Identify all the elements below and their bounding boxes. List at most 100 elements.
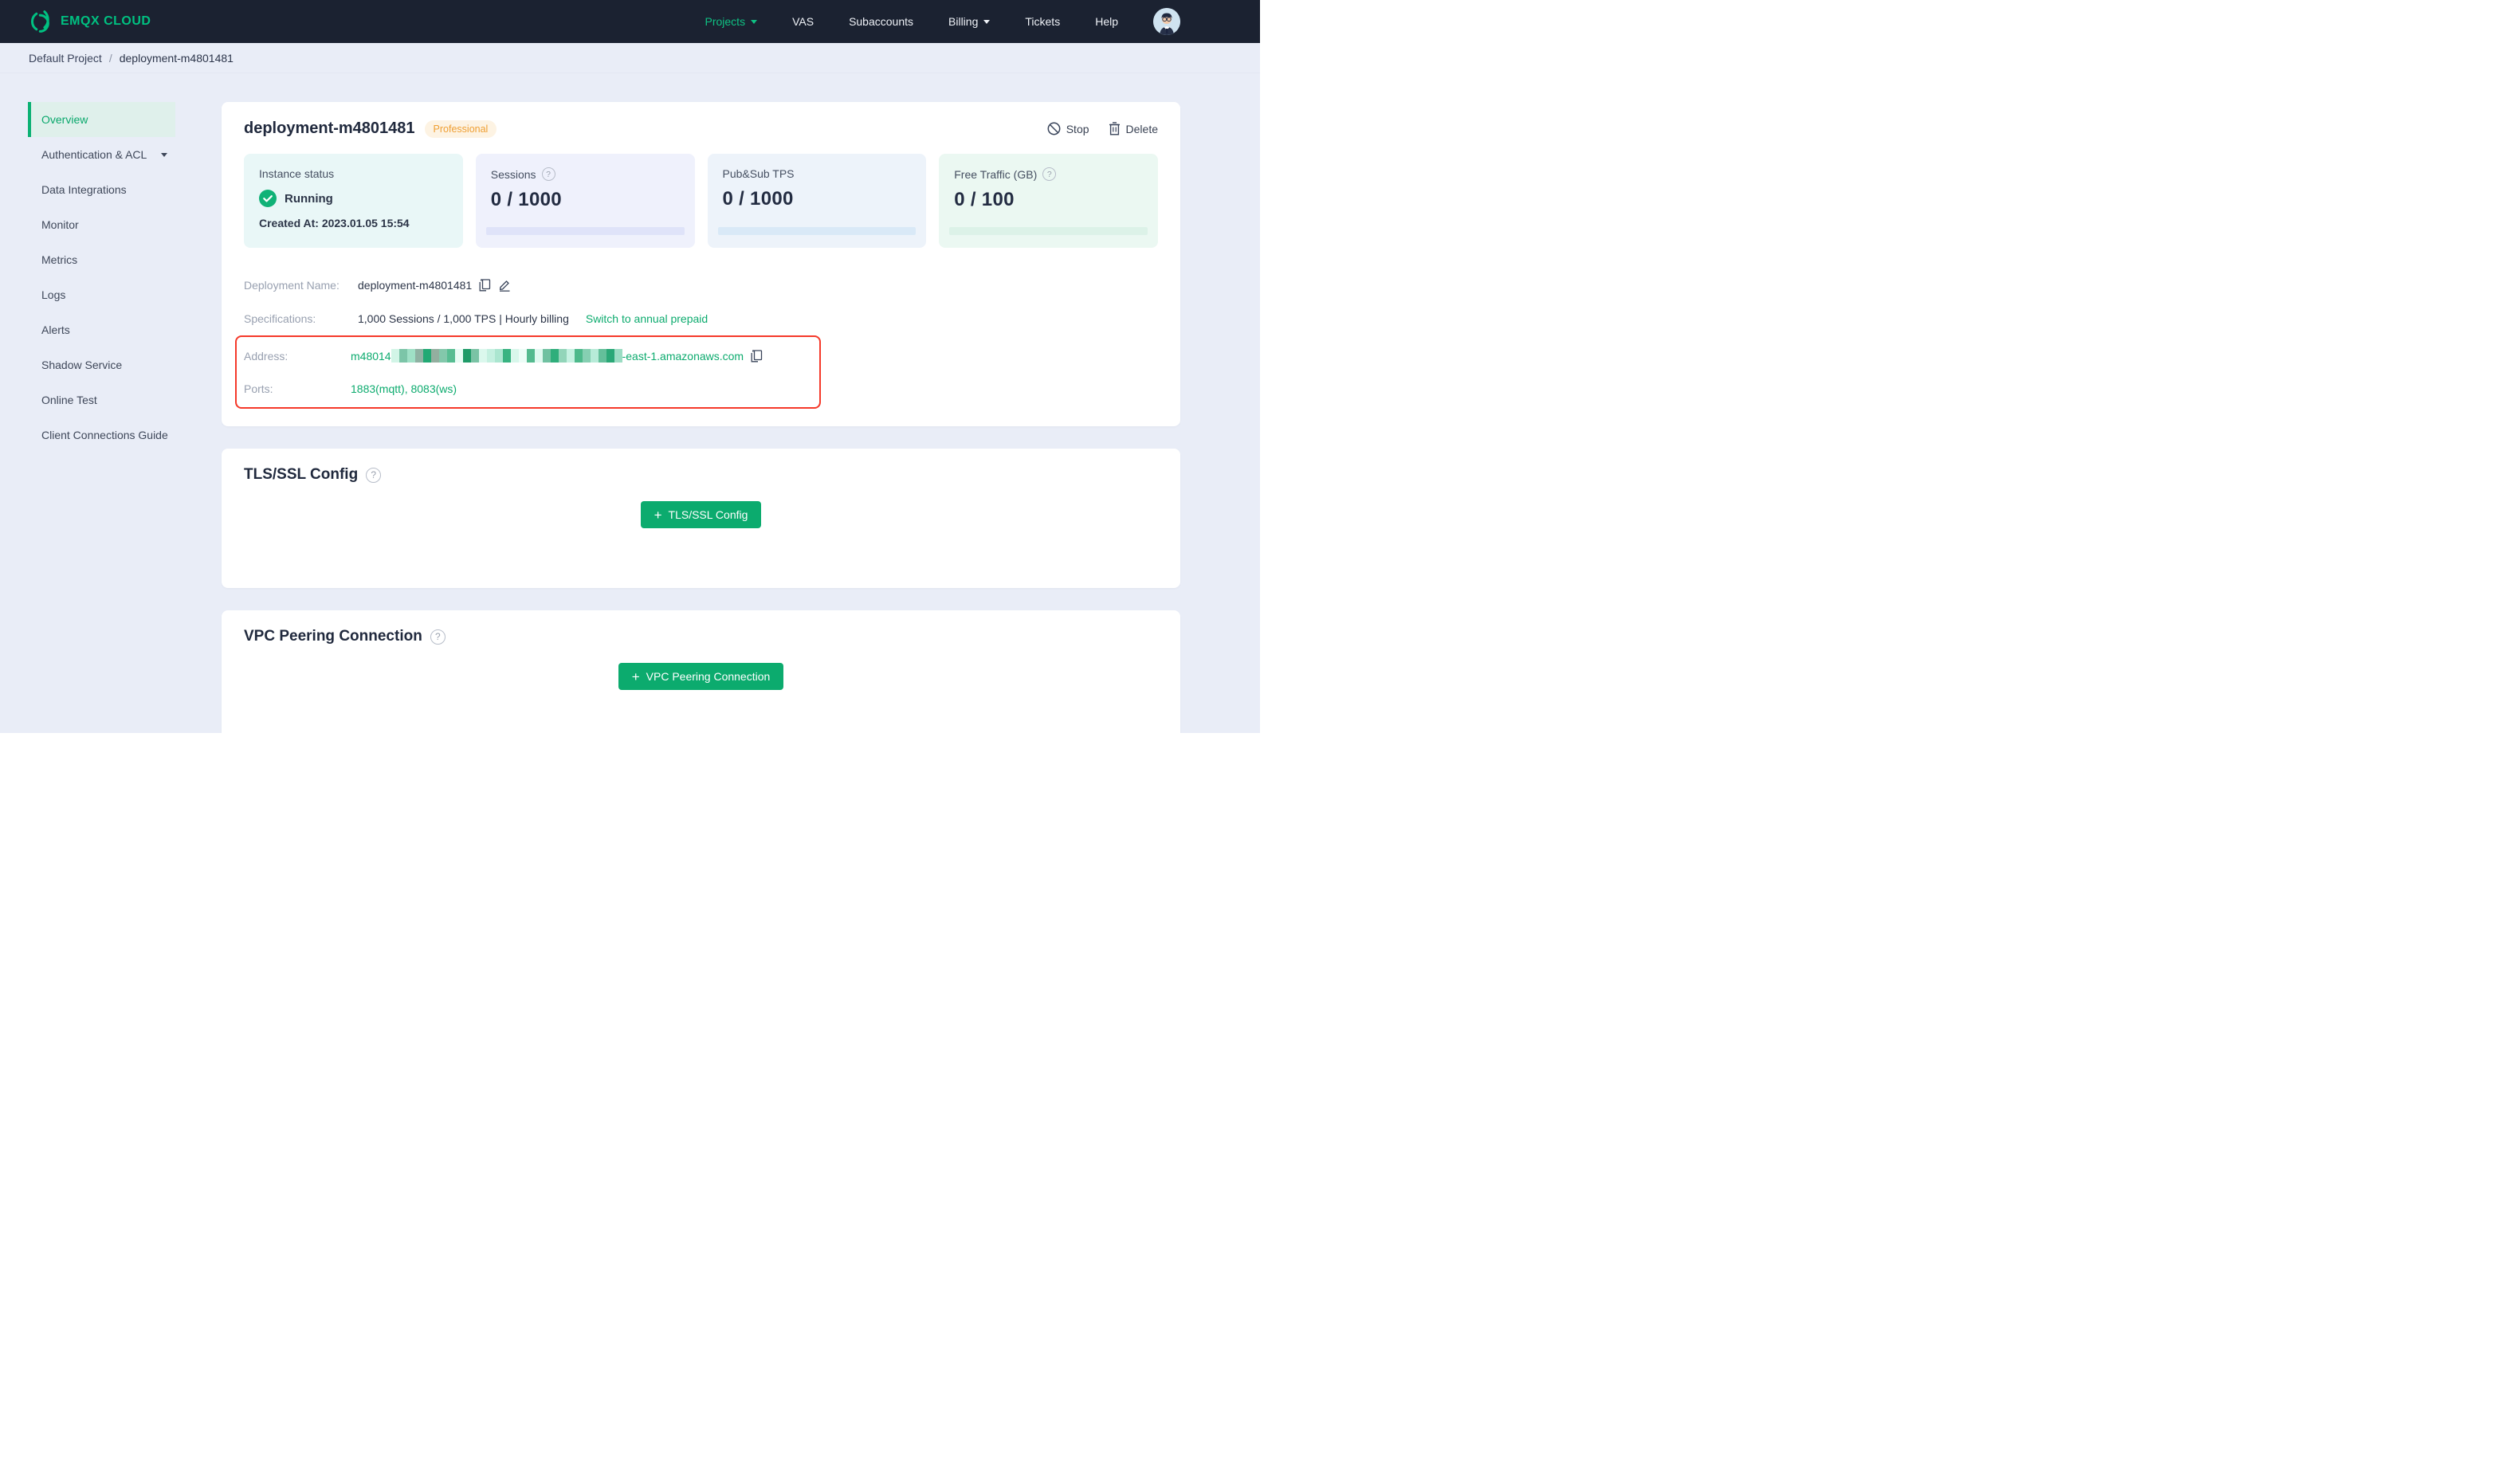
sidebar-item-shadow-service[interactable]: Shadow Service bbox=[31, 347, 175, 382]
address-prefix: m48014 bbox=[351, 349, 391, 363]
breadcrumb: Default Project / deployment-m4801481 bbox=[0, 43, 1260, 73]
sidebar-item-logs[interactable]: Logs bbox=[31, 277, 175, 312]
deployment-details: Deployment Name: deployment-m4801481 Spe… bbox=[235, 269, 1158, 409]
stat-label: Instance status bbox=[259, 167, 335, 180]
sessions-card: Sessions 0 / 1000 bbox=[475, 154, 695, 248]
sidebar-item-authentication-acl[interactable]: Authentication & ACL bbox=[31, 137, 175, 172]
top-nav: EMQX CLOUD Projects VAS Subaccounts Bill… bbox=[0, 0, 1260, 43]
sidebar-item-monitor[interactable]: Monitor bbox=[31, 207, 175, 242]
created-at: Created At: 2023.01.05 15:54 bbox=[259, 217, 410, 229]
emqx-cloud-app: EMQX CLOUD Projects VAS Subaccounts Bill… bbox=[0, 0, 1260, 733]
sidebar-item-alerts[interactable]: Alerts bbox=[31, 312, 175, 347]
nav-item-help[interactable]: Help bbox=[1095, 15, 1118, 28]
brand-name: EMQX CLOUD bbox=[61, 14, 151, 28]
breadcrumb-current-page: deployment-m4801481 bbox=[119, 51, 234, 65]
edit-icon[interactable] bbox=[498, 279, 511, 292]
nav-item-label: VAS bbox=[792, 15, 814, 28]
stat-label: Free Traffic (GB) bbox=[954, 167, 1038, 181]
delete-button[interactable]: Delete bbox=[1109, 122, 1158, 135]
deployment-overview-card: deployment-m4801481 Professional Stop De… bbox=[222, 102, 1180, 426]
specifications-value: 1,000 Sessions / 1,000 TPS | Hourly bill… bbox=[358, 312, 569, 325]
address-suffix: -east-1.amazonaws.com bbox=[622, 349, 744, 363]
add-vpc-peering-button[interactable]: VPC Peering Connection bbox=[618, 663, 784, 690]
stop-label: Stop bbox=[1066, 122, 1089, 135]
pubsub-tps-card: Pub&Sub TPS 0 / 1000 bbox=[707, 154, 927, 248]
trash-icon bbox=[1109, 122, 1121, 135]
page-title: deployment-m4801481 bbox=[244, 120, 415, 137]
nav-item-billing[interactable]: Billing bbox=[948, 15, 991, 28]
tps-progress-bar bbox=[717, 227, 917, 235]
sessions-value: 0 / 1000 bbox=[490, 189, 562, 210]
emqx-logo-icon bbox=[29, 10, 53, 33]
sidebar-item-overview[interactable]: Overview bbox=[28, 102, 175, 137]
nav-item-label: Help bbox=[1095, 15, 1118, 28]
nav-item-label: Subaccounts bbox=[849, 15, 914, 28]
tls-ssl-config-card: TLS/SSL Config TLS/SSL Config bbox=[222, 449, 1180, 588]
help-icon[interactable] bbox=[366, 467, 382, 483]
specifications-label: Specifications: bbox=[244, 312, 316, 325]
chevron-down-icon bbox=[983, 19, 991, 24]
nav-item-label: Billing bbox=[948, 15, 979, 28]
instance-status-card: Instance status Running Created At: 2023… bbox=[244, 154, 463, 248]
sidebar-item-metrics[interactable]: Metrics bbox=[31, 242, 175, 277]
nav-item-projects[interactable]: Projects bbox=[705, 15, 758, 28]
nav-item-subaccounts[interactable]: Subaccounts bbox=[849, 15, 913, 28]
nav-menu: Projects VAS Subaccounts Billing Tickets… bbox=[705, 8, 1261, 35]
plus-icon bbox=[654, 508, 662, 522]
button-label: TLS/SSL Config bbox=[668, 508, 748, 521]
nav-item-vas[interactable]: VAS bbox=[792, 15, 814, 28]
address-redaction bbox=[391, 349, 622, 363]
address-highlight-box: Address: m48014 -east-1.amazonaws.com Po… bbox=[235, 335, 821, 409]
traffic-value: 0 / 100 bbox=[954, 189, 1015, 210]
check-circle-icon bbox=[259, 190, 277, 207]
sidebar-item-label: Authentication & ACL bbox=[41, 148, 147, 161]
plus-icon bbox=[632, 670, 640, 684]
sidebar-item-online-test[interactable]: Online Test bbox=[31, 382, 175, 417]
sidebar-item-label: Client Connections Guide bbox=[41, 429, 168, 441]
address-label: Address: bbox=[244, 349, 289, 363]
stat-label: Sessions bbox=[490, 167, 536, 181]
breadcrumb-separator: / bbox=[108, 51, 112, 65]
tls-section-title: TLS/SSL Config bbox=[244, 466, 359, 483]
main-content: deployment-m4801481 Professional Stop De… bbox=[204, 73, 1260, 733]
sidebar-item-label: Shadow Service bbox=[41, 359, 123, 371]
chevron-down-icon bbox=[161, 152, 167, 157]
sidebar-item-label: Online Test bbox=[41, 394, 97, 406]
nav-item-label: Projects bbox=[705, 15, 746, 28]
sidebar-item-label: Metrics bbox=[41, 253, 78, 266]
switch-annual-prepaid-link[interactable]: Switch to annual prepaid bbox=[586, 312, 708, 325]
sidebar-item-label: Alerts bbox=[41, 323, 70, 336]
stop-icon bbox=[1047, 122, 1061, 135]
user-avatar[interactable] bbox=[1153, 8, 1180, 35]
copy-icon[interactable] bbox=[751, 349, 763, 363]
help-icon[interactable] bbox=[430, 629, 446, 645]
nav-item-tickets[interactable]: Tickets bbox=[1025, 15, 1060, 28]
deployment-name-value: deployment-m4801481 bbox=[358, 279, 473, 292]
stop-button[interactable]: Stop bbox=[1047, 122, 1089, 135]
breadcrumb-project-link[interactable]: Default Project bbox=[29, 52, 102, 65]
status-text: Running bbox=[285, 191, 333, 206]
tps-value: 0 / 1000 bbox=[722, 188, 794, 210]
sidebar-item-data-integrations[interactable]: Data Integrations bbox=[31, 172, 175, 207]
add-tls-ssl-config-button[interactable]: TLS/SSL Config bbox=[640, 501, 762, 528]
brand-logo[interactable]: EMQX CLOUD bbox=[29, 10, 151, 33]
copy-icon[interactable] bbox=[479, 279, 491, 292]
sidebar-item-client-connections-guide[interactable]: Client Connections Guide bbox=[31, 417, 175, 453]
help-icon[interactable] bbox=[541, 167, 555, 181]
stat-label: Pub&Sub TPS bbox=[722, 167, 795, 180]
chevron-down-icon bbox=[751, 19, 758, 24]
deployment-name-label: Deployment Name: bbox=[244, 279, 340, 292]
button-label: VPC Peering Connection bbox=[646, 670, 771, 683]
traffic-progress-bar bbox=[949, 227, 1148, 235]
sidebar-item-label: Overview bbox=[41, 113, 88, 126]
vpc-section-title: VPC Peering Connection bbox=[244, 628, 422, 645]
help-icon[interactable] bbox=[1042, 167, 1057, 181]
vpc-peering-card: VPC Peering Connection VPC Peering Conne… bbox=[222, 610, 1180, 733]
plan-badge: Professional bbox=[424, 120, 497, 138]
stat-cards: Instance status Running Created At: 2023… bbox=[244, 154, 1158, 248]
sidebar-item-label: Monitor bbox=[41, 218, 79, 231]
sidebar: Overview Authentication & ACL Data Integ… bbox=[0, 73, 204, 733]
sidebar-item-label: Data Integrations bbox=[41, 183, 127, 196]
nav-item-label: Tickets bbox=[1025, 15, 1061, 28]
sessions-progress-bar bbox=[485, 227, 685, 235]
